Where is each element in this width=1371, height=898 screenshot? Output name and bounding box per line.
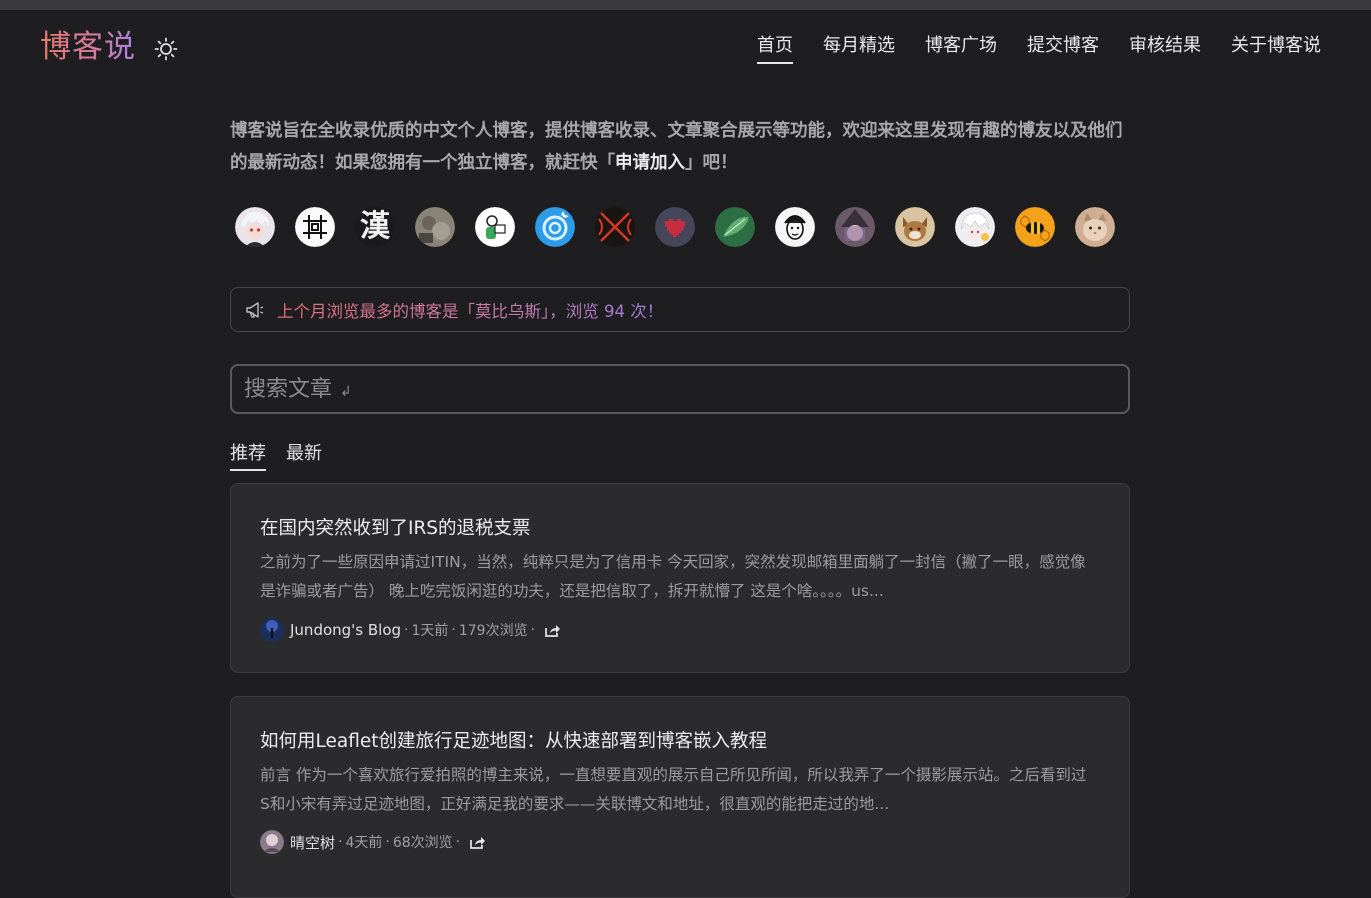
avatar-fox-character-icon[interactable] [895,207,935,247]
avatar-cat-photo-icon[interactable] [1075,207,1115,247]
blog-name-link[interactable]: 晴空树 [290,832,335,853]
meta-separator: · [404,622,409,638]
nav-item-review-results[interactable]: 审核结果 [1129,32,1201,64]
enter-icon: ↲ [340,384,352,400]
article-card: 在国内突然收到了IRS的退税支票 之前为了一些原因申请过ITIN，当然，纯粹只是… [230,483,1130,673]
megaphone-icon [246,301,264,318]
avatar-red-x-icon[interactable] [595,207,635,247]
article-title[interactable]: 在国内突然收到了IRS的退税支票 [260,514,531,540]
nav-item-home[interactable]: 首页 [757,32,793,64]
article-title[interactable]: 如何用Leaflet创建旅行足迹地图：从快速部署到博客嵌入教程 [260,727,767,753]
article-tabs: 推荐 最新 [230,440,322,471]
top-blog-notice: 上个月浏览最多的博客是「莫比乌斯」，浏览 94 次！ [230,287,1130,332]
intro-section: 博客说旨在全收录优质的中文个人博客，提供博客收录、文章聚合展示等功能，欢迎来这里… [230,115,1130,179]
avatar-witch-anime-icon[interactable] [835,207,875,247]
meta-separator: · [451,622,456,638]
nav-item-submit-blog[interactable]: 提交博客 [1027,32,1099,64]
featured-blogger-avatars: 漢 [235,207,1115,247]
article-time: 4天前 [345,835,383,851]
article-meta: Jundong's Blog · 1天前 · 179次浏览 · [260,618,561,642]
avatar-sepia-photo-icon[interactable] [415,207,455,247]
meta-separator: · [455,834,461,850]
article-excerpt: 前言 作为一个喜欢旅行爱拍照的博主来说，一直想要直观的展示自己所见所闻，所以我弄… [260,766,1087,813]
article-views: 68次浏览 [392,835,453,851]
site-logo[interactable]: 博客说 [40,27,136,67]
nav-item-about[interactable]: 关于博客说 [1231,32,1321,64]
avatar-cartoon-reader-icon[interactable] [475,207,515,247]
share-icon[interactable] [544,623,561,638]
tab-latest[interactable]: 最新 [286,440,322,471]
avatar-white-hair-anime-icon[interactable] [235,207,275,247]
article-views: 179次浏览 [458,623,528,639]
avatar-green-leaf-icon[interactable] [715,207,755,247]
article-time: 1天前 [411,623,449,639]
browser-top-strip [0,0,1371,10]
article-card: 如何用Leaflet创建旅行足迹地图：从快速部署到博客嵌入教程 前言 作为一个喜… [230,696,1130,898]
avatar-white-anime-girl-icon[interactable] [955,207,995,247]
blog-avatar-icon[interactable] [260,618,284,642]
article-meta: 晴空树 · 4天前 · 68次浏览 · [260,830,486,854]
join-link[interactable]: 申请加入 [615,153,685,173]
meta-separator: · [385,834,390,850]
site-header: 博客说 首页 每月精选 博客广场 提交博客 审核结果 关于博客说 [0,10,1371,80]
meta-separator: · [530,622,536,638]
intro-text-after: 」吧！ [685,153,738,173]
avatar-han-character-icon[interactable]: 漢 [355,207,395,247]
blog-name-link[interactable]: Jundong's Blog [290,621,401,639]
meta-separator: · [338,834,343,850]
sun-icon [154,37,178,61]
theme-toggle-button[interactable] [153,36,179,62]
tab-recommended[interactable]: 推荐 [230,440,266,471]
blog-avatar-icon[interactable] [260,830,284,854]
han-glyph: 漢 [360,209,390,244]
avatar-line-portrait-icon[interactable] [775,207,815,247]
article-excerpt: 之前为了一些原因申请过ITIN，当然，纯粹只是为了信用卡 今天回家，突然发现邮箱… [260,553,1086,600]
intro-text: 博客说旨在全收录优质的中文个人博客，提供博客收录、文章聚合展示等功能，欢迎来这里… [230,115,1130,179]
nav-item-blog-square[interactable]: 博客广场 [925,32,997,64]
share-icon[interactable] [469,835,486,850]
main-nav: 首页 每月精选 博客广场 提交博客 审核结果 关于博客说 [757,32,1321,64]
nav-item-monthly-picks[interactable]: 每月精选 [823,32,895,64]
search-input[interactable] [244,376,344,402]
avatar-pixel-heart-icon[interactable] [655,207,695,247]
search-box: ↲ [230,364,1130,414]
avatar-blue-swirl-icon[interactable] [535,207,575,247]
avatar-black-white-glyph-icon[interactable] [295,207,335,247]
notice-text[interactable]: 上个月浏览最多的博客是「莫比乌斯」，浏览 94 次！ [277,298,663,322]
avatar-bee-honeycomb-icon[interactable] [1015,207,1055,247]
